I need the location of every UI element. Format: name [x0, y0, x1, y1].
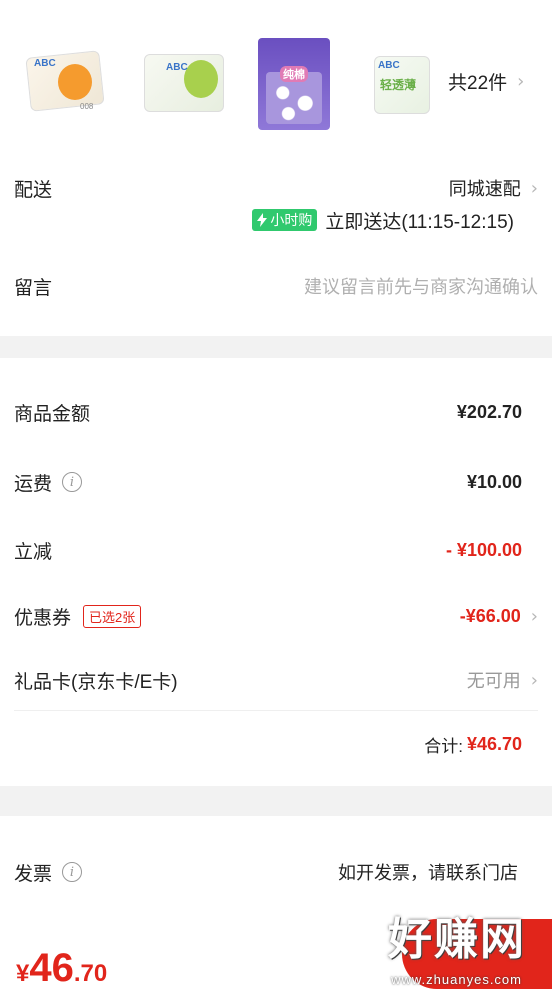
product-count-label: 共22件: [448, 73, 508, 94]
watermark: 好赚网 www.zhuanyes.com: [342, 909, 552, 999]
shipping-row: 运费 i ¥10.00: [14, 462, 538, 502]
product-brand-text: ABC: [166, 62, 188, 73]
lightning-icon: [257, 213, 268, 227]
product-brand-text: ABC: [34, 58, 56, 69]
invoice-row[interactable]: 发票 i 如开发票，请联系门店: [14, 852, 538, 892]
chevron-right-icon: ›: [530, 605, 538, 627]
hour-badge-text: 小时购: [270, 212, 313, 228]
product-thumbnail-3[interactable]: 纯棉: [258, 36, 346, 130]
footer-currency: ¥: [16, 960, 30, 987]
hour-delivery-badge: 小时购: [252, 209, 318, 231]
message-label: 留言: [14, 277, 53, 299]
product-tag-text: 轻透薄: [380, 78, 417, 92]
product-brand-text: ABC: [378, 60, 400, 71]
watermark-text: 好赚网: [388, 914, 526, 965]
product-strip[interactable]: ABC 008 ABC 纯棉 ABC 轻透薄 共22件 ›: [22, 36, 552, 130]
chevron-right-icon: ›: [517, 71, 525, 92]
footer-price-int: 46: [29, 946, 74, 990]
watermark-url: www.zhuanyes.com: [391, 972, 522, 987]
coupon-selected-badge: 已选2张: [83, 604, 142, 628]
info-icon[interactable]: i: [62, 862, 83, 882]
product-thumbnail-2[interactable]: ABC: [140, 36, 228, 126]
discount-value: - ¥100.00: [445, 539, 522, 560]
goods-amount-row: 商品金额 ¥202.70: [14, 392, 538, 432]
message-row[interactable]: 留言 建议留言前先与商家沟通确认: [14, 266, 538, 306]
total-row: 合计: ¥46.70: [14, 724, 538, 764]
product-thumbnail-1[interactable]: ABC 008: [22, 36, 110, 126]
footer-price: ¥ 46 .70: [16, 946, 107, 991]
divider: [14, 710, 538, 711]
giftcard-label: 礼品卡(京东卡/E卡): [14, 671, 178, 693]
footer-price-dec: .70: [73, 960, 108, 987]
discount-label: 立减: [14, 541, 53, 563]
goods-amount-label: 商品金额: [14, 403, 91, 425]
invoice-card: 发票 i 如开发票，请联系门店 ¥ 46 .70 好赚网 www.zhuanye…: [0, 816, 552, 999]
chevron-right-icon: ›: [530, 177, 538, 199]
delivery-time-row: 小时购 立即送达(11:15-12:15): [14, 200, 538, 240]
total-label: 合计:: [424, 736, 463, 756]
product-count[interactable]: 共22件 ›: [448, 68, 524, 95]
info-icon[interactable]: i: [62, 472, 83, 492]
product-thumbnail-4[interactable]: ABC 轻透薄: [372, 36, 460, 126]
product-brand-text: 纯棉: [280, 66, 308, 82]
delivery-label: 配送: [14, 179, 53, 201]
delivery-method: 同城速配: [448, 179, 521, 199]
coupon-value: -¥66.00: [459, 605, 521, 626]
total-value: ¥46.70: [466, 733, 522, 754]
delivery-time: 立即送达(11:15-12:15): [325, 211, 514, 233]
message-input[interactable]: 建议留言前先与商家沟通确认: [304, 273, 538, 299]
coupon-row[interactable]: 优惠券 已选2张 -¥66.00 ›: [14, 596, 538, 636]
invoice-label: 发票: [14, 863, 53, 885]
chevron-right-icon: ›: [530, 669, 538, 691]
coupon-label: 优惠券: [14, 607, 72, 629]
giftcard-row[interactable]: 礼品卡(京东卡/E卡) 无可用 ›: [14, 660, 538, 700]
discount-row: 立减 - ¥100.00: [14, 530, 538, 570]
goods-amount-value: ¥202.70: [456, 401, 522, 422]
invoice-value: 如开发票，请联系门店: [338, 863, 518, 883]
product-tag-text: 008: [80, 102, 94, 111]
shipping-label: 运费: [14, 473, 53, 495]
shipping-value: ¥10.00: [466, 471, 522, 492]
giftcard-value: 无可用: [466, 671, 521, 691]
amount-card: 商品金额 ¥202.70 运费 i ¥10.00 立减 - ¥100.00 优惠…: [0, 358, 552, 786]
order-info-card: ABC 008 ABC 纯棉 ABC 轻透薄 共22件 › 配送 同城速配 › …: [0, 0, 552, 336]
